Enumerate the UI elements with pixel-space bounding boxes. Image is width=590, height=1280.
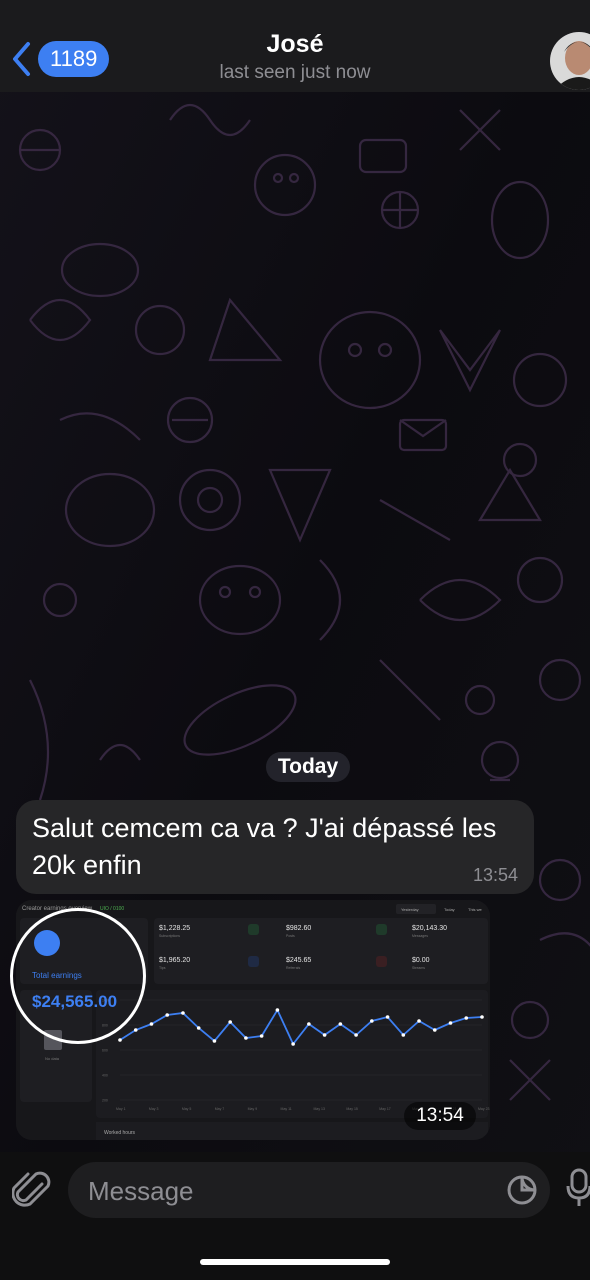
dashboard-tab-3: This we — [468, 907, 483, 912]
chart-point — [432, 1028, 437, 1032]
chart-y-tick: 200 — [102, 1099, 108, 1103]
stat-label-5: Referrals — [286, 966, 300, 970]
chart-point — [244, 1036, 248, 1040]
stat-value-2: $982.60 — [286, 925, 311, 932]
chart-point — [401, 1033, 406, 1037]
chart-point — [275, 1008, 280, 1012]
chart-x-tick: May 17 — [379, 1107, 391, 1111]
worked-hours-label: Worked hours — [104, 1130, 136, 1136]
stat-value-6: $0.00 — [412, 957, 430, 964]
chart-x-tick: May 7 — [215, 1107, 225, 1111]
chart-point — [149, 1022, 154, 1026]
image-timestamp: 13:54 — [404, 1102, 476, 1130]
chart-point — [196, 1026, 201, 1030]
chart-point — [118, 1038, 122, 1042]
stat-label-6: Streams — [412, 966, 425, 970]
stat-value-4: $1,965.20 — [159, 957, 190, 964]
dashboard-tag: UIO / 0100 — [100, 906, 124, 912]
chart-point — [480, 1015, 484, 1019]
chat-header: 1189 José last seen just now — [0, 0, 590, 92]
total-earnings-value: $24,565.00 — [32, 992, 118, 1011]
stat-value-1: $1,228.25 — [159, 925, 190, 932]
message-placeholder: Message — [88, 1176, 194, 1206]
chart-x-tick: May 15 — [346, 1107, 358, 1111]
chart-x-tick: May 1 — [116, 1107, 126, 1111]
stat-label-3: Messages — [412, 934, 428, 938]
chart-point — [338, 1022, 343, 1026]
home-indicator — [200, 1259, 390, 1265]
chart-y-tick: 600 — [102, 1049, 108, 1053]
message-bubble[interactable]: Salut cemcem ca va ? J'ai dépassé les 20… — [16, 800, 534, 894]
date-separator: Today — [266, 752, 350, 782]
earnings-icon — [34, 930, 60, 956]
chart-point — [259, 1034, 264, 1038]
chart-point — [165, 1013, 170, 1017]
chart-point — [417, 1019, 421, 1023]
stat-label-4: Tips — [159, 966, 166, 970]
paperclip-icon[interactable] — [12, 1170, 52, 1214]
chart-point — [228, 1020, 232, 1024]
chart-point — [385, 1015, 390, 1019]
chart-point — [307, 1022, 311, 1026]
chart-x-tick: May 3 — [149, 1107, 159, 1111]
chart-point — [464, 1016, 469, 1020]
contact-name[interactable]: José — [0, 30, 590, 59]
stat-label-1: Subscriptions — [159, 934, 180, 938]
total-earnings-label: Total earnings — [32, 971, 82, 980]
stat-value-3: $20,143.30 — [412, 925, 447, 932]
sidebar-empty-label: No data — [45, 1056, 60, 1061]
chart-point — [448, 1021, 453, 1025]
sticker-icon[interactable] — [506, 1174, 538, 1206]
stat-value-5: $245.65 — [286, 957, 311, 964]
message-input[interactable]: Message — [68, 1162, 550, 1218]
message-text: Salut cemcem ca va ? J'ai dépassé les 20… — [32, 813, 497, 880]
chart-y-tick: 400 — [102, 1074, 108, 1078]
chart-point — [354, 1033, 358, 1037]
chart-point — [291, 1042, 295, 1046]
chart-point — [133, 1028, 138, 1032]
stat-label-2: Posts — [286, 934, 295, 938]
chart-x-tick: May 11 — [281, 1107, 292, 1111]
chart-point — [370, 1019, 374, 1023]
chart-x-tick: May 9 — [248, 1107, 258, 1111]
chart-point — [212, 1039, 217, 1043]
chart-x-tick: May 13 — [313, 1107, 325, 1111]
dashboard-tab-1: Yesterday — [401, 907, 419, 912]
dashboard-tab-2: Today — [444, 907, 455, 912]
chart-x-tick: May 23 — [478, 1107, 490, 1111]
message-timestamp: 13:54 — [472, 865, 518, 885]
chart-x-tick: May 5 — [182, 1107, 192, 1111]
contact-status: last seen just now — [219, 62, 371, 83]
chart-point — [181, 1011, 185, 1015]
microphone-icon[interactable] — [566, 1168, 590, 1208]
chart-point — [322, 1033, 327, 1037]
